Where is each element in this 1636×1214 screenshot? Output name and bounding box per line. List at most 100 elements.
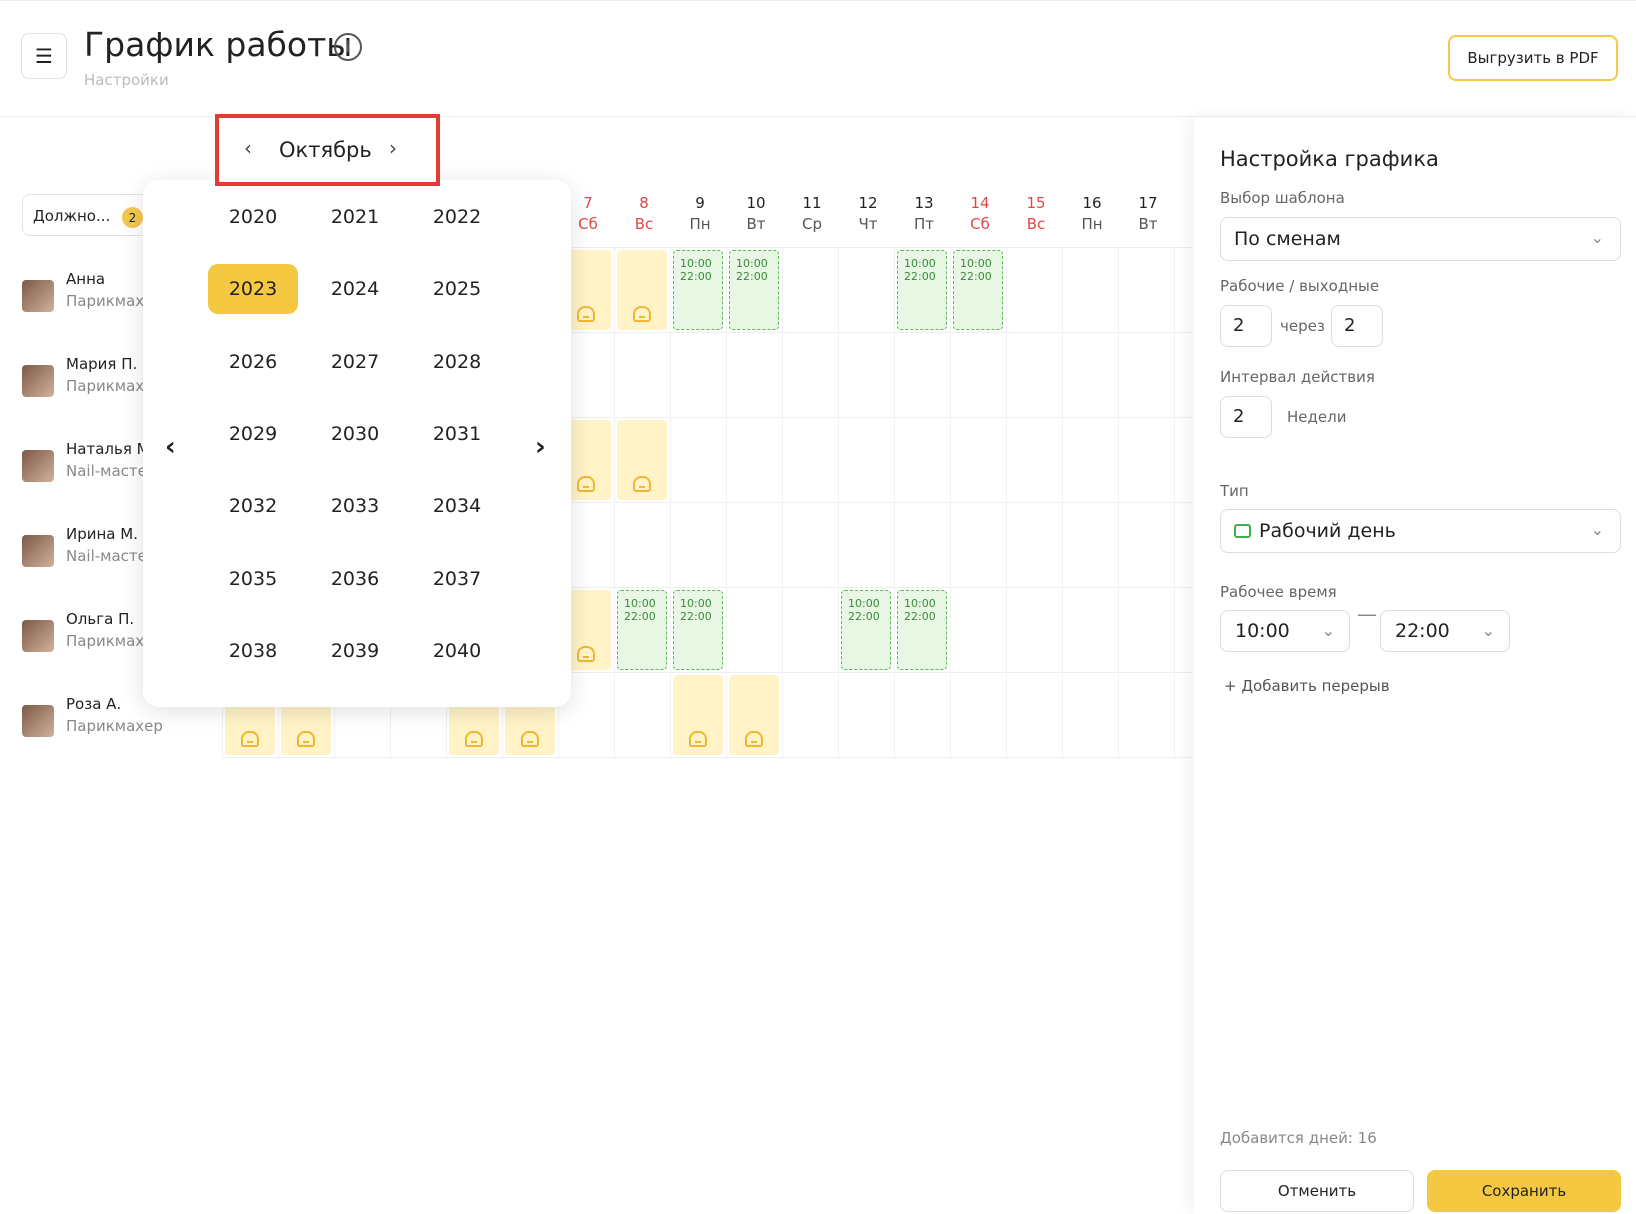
menu-button[interactable]: ☰ [21,33,67,79]
day-weekday: Вт [1138,215,1158,233]
day-off-cell[interactable] [673,675,723,755]
month-selector[interactable]: ‹ Октябрь › [215,114,440,186]
day-weekday: Вс [634,215,654,233]
work-shift-cell[interactable]: 10:00 22:00 [897,250,947,330]
year-option[interactable]: 2040 [412,626,502,676]
home-icon [689,731,707,747]
day-header: 9 Пн [672,194,728,233]
day-weekday: Пт [913,215,935,233]
time-from-select[interactable]: 10:00 ⌄ [1220,610,1350,652]
work-shift-cell[interactable]: 10:00 22:00 [953,250,1003,330]
year-option[interactable]: 2039 [310,626,400,676]
grid-col-line [1006,247,1007,759]
avatar [22,620,54,652]
employee-role: Парикмах [66,632,145,650]
year-option[interactable]: 2028 [412,337,502,387]
schedule-settings-panel: Настройка графика Выбор шаблона По смена… [1194,117,1636,1214]
year-option[interactable]: 2035 [208,554,298,604]
employee-name: Ольга П. [66,610,135,628]
year-option[interactable]: 2021 [310,192,400,242]
info-icon[interactable]: i [334,33,362,61]
time-from-value: 10:00 [1235,620,1290,642]
off-days-input[interactable]: 2 [1331,305,1383,347]
work-shift-cell[interactable]: 10:00 22:00 [617,590,667,670]
employee-role: Nail-масте [66,547,147,565]
year-option[interactable]: 2029 [208,409,298,459]
day-header: 15 Вс [1008,194,1064,233]
shift-start: 10:00 [624,597,656,610]
day-off-cell[interactable] [729,675,779,755]
year-next-icon[interactable]: › [535,432,546,462]
grid-col-line [1118,247,1119,759]
avatar [22,365,54,397]
add-break-link[interactable]: + Добавить перерыв [1224,677,1390,695]
home-icon [633,306,651,322]
day-number: 12 [858,194,878,212]
month-next-icon[interactable]: › [389,136,397,160]
year-option[interactable]: 2031 [412,409,502,459]
cancel-button[interactable]: Отменить [1220,1170,1414,1212]
year-option[interactable]: 2026 [208,337,298,387]
time-to-select[interactable]: 22:00 ⌄ [1380,610,1510,652]
export-pdf-button[interactable]: Выгрузить в PDF [1448,35,1618,81]
type-select[interactable]: Рабочий день ⌄ [1220,509,1621,553]
employee-name: Мария П. [66,355,138,373]
year-option[interactable]: 2023 [208,264,298,315]
year-option[interactable]: 2036 [310,554,400,604]
employee-role: Парикмах [66,292,145,310]
grid-col-line [950,247,951,759]
day-header: 12 Чт [840,194,896,233]
year-option[interactable]: 2033 [310,481,400,531]
year-option[interactable]: 2038 [208,626,298,676]
shift-start: 10:00 [680,257,712,270]
day-number: 17 [1138,194,1158,212]
grid-col-line [894,247,895,759]
month-label[interactable]: Октябрь [279,138,372,162]
template-select[interactable]: По сменам ⌄ [1220,217,1621,261]
year-option[interactable]: 2027 [310,337,400,387]
year-prev-icon[interactable]: ‹ [165,432,176,462]
year-option[interactable]: 2030 [310,409,400,459]
menu-icon: ☰ [35,44,53,68]
day-number: 11 [802,194,822,212]
work-shift-cell[interactable]: 10:00 22:00 [897,590,947,670]
day-number: 13 [914,194,934,212]
day-number: 9 [695,194,705,212]
day-number: 7 [583,194,593,212]
work-shift-cell[interactable]: 10:00 22:00 [729,250,779,330]
save-button[interactable]: Сохранить [1427,1170,1621,1212]
grid-col-line [726,247,727,759]
year-option[interactable]: 2024 [310,264,400,314]
through-label: через [1280,317,1325,335]
work-shift-cell[interactable]: 10:00 22:00 [841,590,891,670]
home-icon [297,731,315,747]
grid-col-line [670,247,671,759]
year-option[interactable]: 2037 [412,554,502,604]
work-days-input[interactable]: 2 [1220,305,1272,347]
shift-start: 10:00 [736,257,768,270]
year-option[interactable]: 2032 [208,481,298,531]
home-icon [241,731,259,747]
year-option[interactable]: 2022 [412,192,502,242]
work-shift-cell[interactable]: 10:00 22:00 [673,590,723,670]
shift-end: 22:00 [904,610,936,623]
shift-start: 10:00 [680,597,712,610]
page-subtitle[interactable]: Настройки [84,71,169,89]
month-prev-icon[interactable]: ‹ [244,136,252,160]
day-off-cell[interactable] [617,420,667,500]
year-option[interactable]: 2020 [208,192,298,242]
year-option[interactable]: 2034 [412,481,502,531]
work-shift-cell[interactable]: 10:00 22:00 [673,250,723,330]
day-header: 11 Ср [784,194,840,233]
year-option[interactable]: 2025 [412,264,502,314]
type-value: Рабочий день [1259,520,1396,542]
panel-title: Настройка графика [1220,147,1439,171]
interval-input[interactable]: 2 [1220,396,1272,438]
home-icon [745,731,763,747]
template-label: Выбор шаблона [1220,189,1345,207]
chevron-down-icon: ⌄ [1321,621,1335,640]
days-added-text: Добавится дней: 16 [1220,1129,1377,1147]
day-number: 10 [746,194,766,212]
day-header: 16 Пн [1064,194,1120,233]
day-off-cell[interactable] [617,250,667,330]
